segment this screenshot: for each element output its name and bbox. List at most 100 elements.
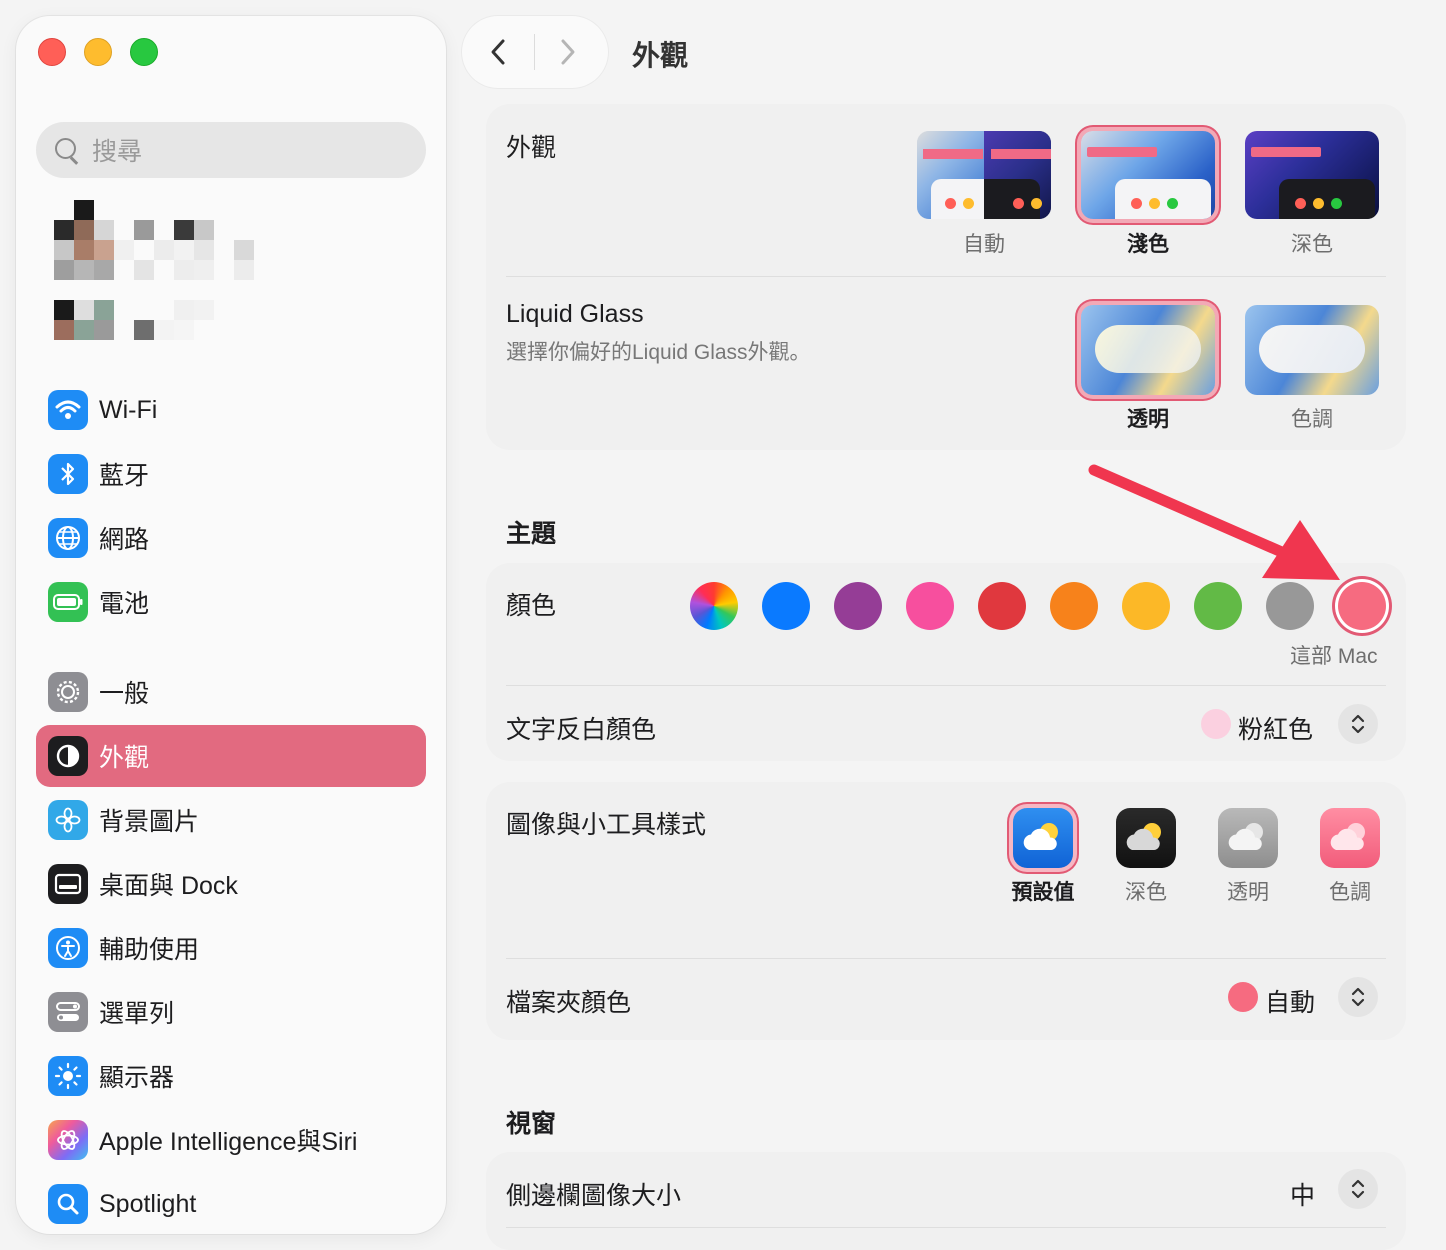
sidebar-item-label: Spotlight [99, 1189, 197, 1218]
row-divider [506, 276, 1386, 277]
sidebar-item-label: 外觀 [99, 744, 150, 772]
sidebar-item-bluetooth[interactable]: 藍牙 [36, 443, 426, 505]
appearance-icon [48, 736, 88, 776]
sun-icon [48, 1056, 88, 1096]
color-swatch-multicolor[interactable] [690, 582, 738, 630]
sidebar-icon-size-label: 側邊欄圖像大小 [506, 1182, 682, 1210]
color-swatch-yellow[interactable] [1122, 582, 1170, 630]
back-button[interactable] [488, 38, 508, 66]
weather-icon [1023, 823, 1058, 850]
appearance-option-label: 自動 [963, 233, 1005, 256]
sidebar-item-label: Apple Intelligence與Siri [99, 1128, 358, 1156]
liquid-glass-label: Liquid Glass [506, 300, 644, 328]
spotlight-icon [48, 1184, 88, 1224]
sidebar-item-network[interactable]: 網路 [36, 507, 426, 569]
sidebar-item-spotlight[interactable]: Spotlight [36, 1173, 426, 1235]
icon-widget-style-label: 圖像與小工具樣式 [506, 811, 707, 839]
navigation-controls [462, 16, 608, 88]
weather-icon [1330, 823, 1365, 850]
sidebar-item-label: 網路 [99, 526, 150, 554]
sidebar-icon-size-popup[interactable] [1338, 1169, 1378, 1209]
folder-color-dot [1228, 982, 1258, 1012]
liquid-glass-clear-option[interactable] [1081, 305, 1215, 395]
chevron-updown-icon [1351, 714, 1365, 734]
weather-icon [1228, 823, 1263, 850]
windows-section-title: 視窗 [506, 1110, 557, 1138]
sidebar-item-battery[interactable]: 電池 [36, 571, 426, 633]
zoom-button[interactable] [130, 38, 158, 66]
color-swatch-green[interactable] [1194, 582, 1242, 630]
icon-style-option-label: 預設值 [1011, 881, 1075, 904]
sidebar-item-displays[interactable]: 顯示器 [36, 1045, 426, 1107]
accessibility-icon [48, 928, 88, 968]
sidebar-item-apple-intelligence-siri[interactable]: Apple Intelligence與Siri [36, 1109, 426, 1171]
selected-color-caption: 這部 Mac [1290, 645, 1378, 668]
sidebar-item-label: Wi-Fi [99, 395, 158, 424]
liquid-glass-option-label: 色調 [1291, 408, 1333, 431]
sidebar-item-wifi[interactable]: Wi-Fi [36, 379, 426, 441]
color-swatch-graphite[interactable] [1266, 582, 1314, 630]
appearance-dark-option[interactable] [1245, 131, 1379, 219]
liquid-glass-option-label: 透明 [1127, 408, 1169, 431]
search-placeholder: 搜尋 [92, 138, 143, 166]
bluetooth-icon [48, 454, 88, 494]
color-swatch-blue[interactable] [762, 582, 810, 630]
appearance-auto-option[interactable] [917, 131, 1051, 219]
sidebar-item-label: 選單列 [99, 1000, 175, 1028]
color-swatch-red[interactable] [978, 582, 1026, 630]
battery-icon [48, 582, 88, 622]
sidebar-icon-size-value: 中 [1290, 1182, 1316, 1210]
icon-style-option-label: 色調 [1329, 881, 1371, 904]
folder-color-popup[interactable] [1338, 977, 1378, 1017]
color-swatch-orange[interactable] [1050, 582, 1098, 630]
sidebar-item-desktop-dock[interactable]: 桌面與 Dock [36, 853, 426, 915]
chevron-left-icon [491, 39, 505, 65]
apple-intelligence-icon [48, 1120, 88, 1160]
sidebar-item-general[interactable]: 一般 [36, 661, 426, 723]
color-swatch-pink[interactable] [906, 582, 954, 630]
sidebar-item-wallpaper[interactable]: 背景圖片 [36, 789, 426, 851]
icon-style-option-label: 透明 [1227, 881, 1269, 904]
color-swatch-purple[interactable] [834, 582, 882, 630]
highlight-color-label: 文字反白顏色 [506, 716, 657, 744]
icon-style-default-option[interactable] [1013, 808, 1073, 868]
sidebar-item-label: 一般 [99, 680, 150, 708]
folder-color-value: 自動 [1265, 989, 1316, 1017]
sidebar-item-label: 背景圖片 [99, 808, 200, 836]
appearance-light-option[interactable] [1081, 131, 1215, 219]
theme-section-title: 主題 [506, 520, 557, 548]
liquid-glass-subtitle: 選擇你偏好的Liquid Glass外觀。 [506, 341, 811, 364]
sidebar-item-accessibility[interactable]: 輔助使用 [36, 917, 426, 979]
sidebar-item-appearance[interactable]: 外觀 [36, 725, 426, 787]
sidebar-item-label: 顯示器 [99, 1064, 175, 1092]
settings-window: 搜尋 Wi-Fi 藍牙 網路 電池 一般 外觀 背景圖片 桌面與 Dock 輔助… [0, 0, 1446, 1250]
close-button[interactable] [38, 38, 66, 66]
highlight-color-popup[interactable] [1338, 704, 1378, 744]
weather-icon [1126, 823, 1161, 850]
search-icon [54, 137, 80, 163]
color-swatch-this-mac[interactable] [1338, 582, 1386, 630]
accent-color-label: 顏色 [506, 592, 557, 620]
globe-icon [48, 518, 88, 558]
icon-style-tinted-option[interactable] [1320, 808, 1380, 868]
liquid-glass-tinted-option[interactable] [1245, 305, 1379, 395]
icon-style-clear-option[interactable] [1218, 808, 1278, 868]
sidebar: 搜尋 Wi-Fi 藍牙 網路 電池 一般 外觀 背景圖片 桌面與 Dock 輔助… [16, 16, 446, 1234]
sidebar-item-label: 輔助使用 [99, 936, 200, 964]
flower-icon [48, 800, 88, 840]
icon-style-dark-option[interactable] [1116, 808, 1176, 868]
nav-divider [534, 34, 535, 70]
search-field[interactable]: 搜尋 [36, 122, 426, 178]
forward-button[interactable] [558, 38, 578, 66]
account-name[interactable] [54, 300, 254, 340]
account-avatar[interactable] [54, 200, 254, 280]
dock-icon [48, 864, 88, 904]
highlight-color-value: 粉紅色 [1238, 716, 1314, 744]
sidebar-item-label: 桌面與 Dock [99, 872, 238, 900]
chevron-updown-icon [1351, 987, 1365, 1007]
sidebar-item-menubar[interactable]: 選單列 [36, 981, 426, 1043]
wifi-icon [48, 390, 88, 430]
folder-color-label: 檔案夾顏色 [506, 989, 632, 1017]
sidebar-item-label: 電池 [99, 590, 150, 618]
minimize-button[interactable] [84, 38, 112, 66]
